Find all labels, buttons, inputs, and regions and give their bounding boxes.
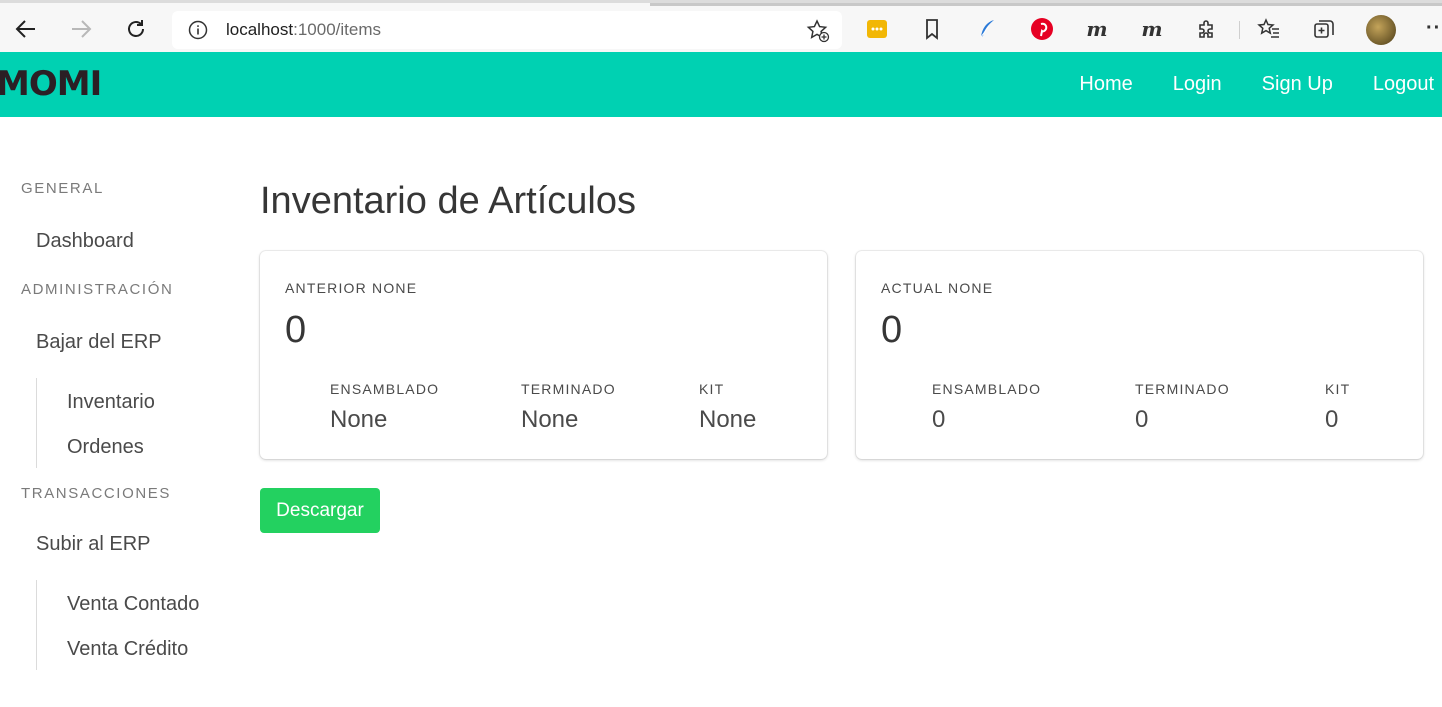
nav-link-login[interactable]: Login	[1173, 73, 1222, 96]
stat-label-kit: KIT	[699, 381, 725, 397]
feather-extension-icon[interactable]	[974, 16, 1000, 42]
url-path: :1000/items	[293, 20, 381, 39]
stat-value-kit: None	[699, 406, 757, 433]
card-heading: ACTUAL NONE	[881, 280, 994, 296]
menu-label-transacciones: TRANSACCIONES	[21, 485, 171, 502]
extensions-puzzle-icon[interactable]	[1194, 16, 1220, 42]
bookmark-icon[interactable]	[919, 16, 945, 42]
toolbar-divider	[1239, 21, 1240, 39]
info-icon[interactable]	[188, 20, 208, 40]
nav-links: Home Login Sign Up Logout	[1079, 52, 1442, 117]
stat-label-terminado: TERMINADO	[521, 381, 616, 397]
sidebar-item-subir-al-erp[interactable]: Subir al ERP	[36, 533, 151, 556]
address-bar[interactable]: localhost:1000/items	[172, 11, 842, 49]
url-text[interactable]: localhost:1000/items	[226, 20, 381, 40]
submenu-line	[36, 580, 37, 670]
menu-label-administracion: ADMINISTRACIÓN	[21, 281, 174, 298]
add-favorite-icon[interactable]	[806, 19, 830, 43]
nav-link-logout[interactable]: Logout	[1373, 73, 1434, 96]
pinterest-icon[interactable]	[1029, 16, 1055, 42]
sidebar-item-dashboard[interactable]: Dashboard	[36, 230, 134, 253]
card-total: 0	[881, 309, 903, 351]
sidebar-item-inventario[interactable]: Inventario	[67, 391, 155, 414]
forward-icon[interactable]	[65, 13, 97, 45]
more-menu-icon[interactable]: ···	[1426, 17, 1442, 40]
stat-label-terminado: TERMINADO	[1135, 381, 1230, 397]
nav-link-home[interactable]: Home	[1079, 73, 1132, 96]
page-title: Inventario de Artículos	[260, 180, 636, 222]
stat-value-terminado: None	[521, 406, 579, 433]
stat-value-kit: 0	[1325, 406, 1339, 433]
card-actual: ACTUAL NONE 0 ENSAMBLADO 0 TERMINADO 0 K…	[856, 251, 1423, 459]
profile-avatar[interactable]	[1366, 15, 1396, 45]
tab-strip	[650, 3, 1442, 6]
sidebar-item-ordenes[interactable]: Ordenes	[67, 436, 144, 459]
brand-logo[interactable]: MOMI	[0, 64, 124, 104]
medium-extension-icon-2[interactable]: m	[1139, 16, 1165, 42]
favorites-icon[interactable]	[1256, 16, 1282, 42]
sidebar-item-venta-credito[interactable]: Venta Crédito	[67, 638, 188, 661]
refresh-icon[interactable]	[120, 13, 152, 45]
back-icon[interactable]	[10, 13, 42, 45]
medium-extension-icon[interactable]: m	[1084, 16, 1110, 42]
stat-value-ensamblado: 0	[932, 406, 946, 433]
url-host: localhost	[226, 20, 294, 39]
card-total: 0	[285, 309, 307, 351]
sidebar-item-bajar-del-erp[interactable]: Bajar del ERP	[36, 331, 162, 354]
menu-label-general: GENERAL	[21, 180, 104, 197]
stat-label-ensamblado: ENSAMBLADO	[330, 381, 440, 397]
collections-icon[interactable]	[1311, 16, 1337, 42]
svg-text:MOMI: MOMI	[0, 64, 101, 104]
card-heading: ANTERIOR NONE	[285, 280, 418, 296]
sidebar-item-venta-contado[interactable]: Venta Contado	[67, 593, 199, 616]
stat-value-ensamblado: None	[330, 406, 388, 433]
browser-toolbar: localhost:1000/items m m ···	[0, 0, 1442, 52]
card-anterior: ANTERIOR NONE 0 ENSAMBLADO None TERMINAD…	[260, 251, 827, 459]
nav-link-sign-up[interactable]: Sign Up	[1262, 73, 1333, 96]
stat-label-ensamblado: ENSAMBLADO	[932, 381, 1042, 397]
app-navbar: MOMI Home Login Sign Up Logout	[0, 52, 1442, 117]
submenu-line	[36, 378, 37, 468]
extension-yellow-icon[interactable]	[864, 16, 890, 42]
download-button[interactable]: Descargar	[260, 488, 380, 533]
stat-label-kit: KIT	[1325, 381, 1351, 397]
stat-value-terminado: 0	[1135, 406, 1149, 433]
